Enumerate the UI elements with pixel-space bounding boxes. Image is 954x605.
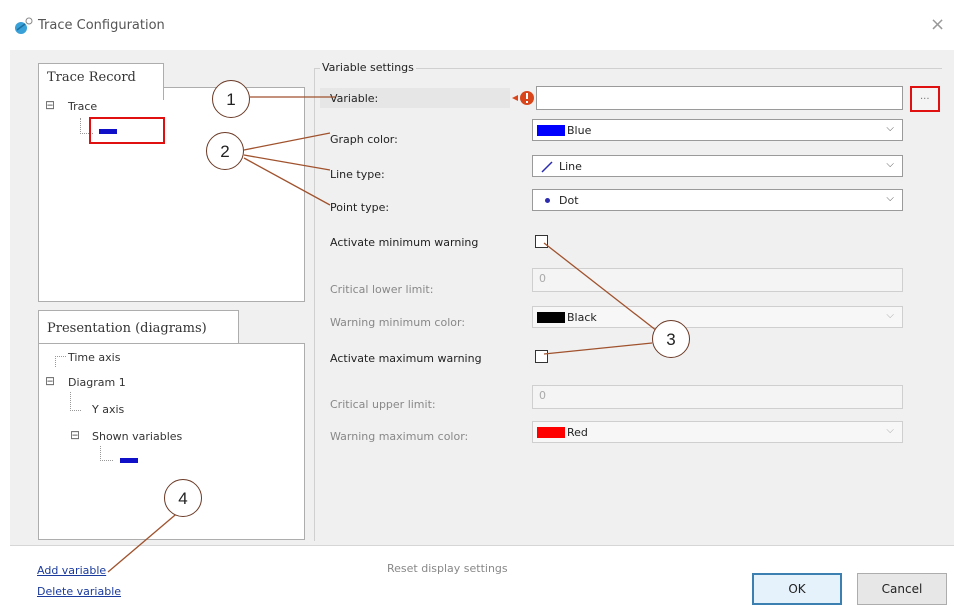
activate-max-warning-label: Activate maximum warning bbox=[330, 352, 482, 365]
title-bar: Trace Configuration × bbox=[0, 0, 954, 50]
variable-input[interactable] bbox=[536, 86, 903, 110]
window-title: Trace Configuration bbox=[38, 18, 165, 33]
warning-max-color-select[interactable]: Red ⌵ bbox=[532, 421, 903, 443]
chevron-down-icon: ⌵ bbox=[886, 123, 894, 134]
line-type-label: Line type: bbox=[330, 168, 385, 181]
callout-4: 4 bbox=[164, 479, 202, 517]
point-type-value: Dot bbox=[559, 194, 579, 207]
chevron-down-icon: ⌵ bbox=[886, 310, 894, 321]
point-type-select[interactable]: Dot ⌵ bbox=[532, 189, 903, 211]
tree-connector bbox=[70, 392, 81, 411]
trace-record-header: Trace Record bbox=[47, 70, 136, 85]
line-icon bbox=[541, 161, 553, 173]
warning-min-color-select[interactable]: Black ⌵ bbox=[532, 306, 903, 328]
shown-variables-expander-icon[interactable]: ⊟ bbox=[70, 428, 80, 442]
point-type-label: Point type: bbox=[330, 201, 390, 214]
warning-min-color-value: Black bbox=[567, 311, 597, 324]
error-icon bbox=[512, 91, 534, 105]
cancel-button[interactable]: Cancel bbox=[857, 573, 947, 605]
presentation-header: Presentation (diagrams) bbox=[47, 321, 207, 336]
graph-color-value: Blue bbox=[567, 124, 592, 137]
chevron-down-icon: ⌵ bbox=[886, 159, 894, 170]
warning-min-color-label: Warning minimum color: bbox=[330, 316, 466, 329]
graph-color-label: Graph color: bbox=[330, 133, 398, 146]
callout-1: 1 bbox=[212, 80, 250, 118]
chevron-down-icon: ⌵ bbox=[886, 425, 894, 436]
graph-color-swatch bbox=[537, 125, 565, 136]
activate-min-warning-checkbox[interactable] bbox=[535, 235, 548, 248]
close-icon[interactable]: × bbox=[930, 14, 945, 35]
activate-max-warning-checkbox[interactable] bbox=[535, 350, 548, 363]
tree-item-y-axis[interactable]: Y axis bbox=[92, 403, 124, 416]
critical-lower-limit-input[interactable]: 0 bbox=[532, 268, 903, 292]
activate-min-warning-label: Activate minimum warning bbox=[330, 236, 479, 249]
chevron-down-icon: ⌵ bbox=[886, 193, 894, 204]
tree-item-time-axis[interactable]: Time axis bbox=[68, 351, 120, 364]
browse-variable-button[interactable]: ... bbox=[910, 86, 940, 112]
tree-connector bbox=[100, 446, 113, 461]
warning-min-color-swatch bbox=[537, 312, 565, 323]
critical-lower-limit-label: Critical lower limit: bbox=[330, 283, 434, 296]
line-type-value: Line bbox=[559, 160, 582, 173]
critical-upper-limit-input[interactable]: 0 bbox=[532, 385, 903, 409]
presentation-tab[interactable]: Presentation (diagrams) bbox=[38, 310, 239, 343]
tree-item-diagram[interactable]: Diagram 1 bbox=[68, 376, 126, 389]
tree-connector bbox=[55, 356, 66, 367]
ok-button[interactable]: OK bbox=[752, 573, 842, 605]
trace-item-selected[interactable] bbox=[89, 117, 165, 144]
trace-variable-color-swatch bbox=[99, 129, 117, 134]
diagram-expander-icon[interactable]: ⊟ bbox=[45, 374, 55, 388]
reset-display-settings-button[interactable]: Reset display settings bbox=[387, 562, 508, 575]
shown-variable-color-swatch[interactable] bbox=[120, 458, 138, 463]
warning-max-color-swatch bbox=[537, 427, 565, 438]
warning-max-color-label: Warning maximum color: bbox=[330, 430, 469, 443]
variable-label: Variable: bbox=[320, 88, 510, 108]
trace-tree-root[interactable]: Trace bbox=[68, 100, 97, 113]
critical-upper-limit-label: Critical upper limit: bbox=[330, 398, 436, 411]
trace-expander-icon[interactable]: ⊟ bbox=[45, 98, 55, 112]
tree-item-shown-variables[interactable]: Shown variables bbox=[92, 430, 182, 443]
delete-variable-link[interactable]: Delete variable bbox=[37, 585, 121, 598]
warning-max-color-value: Red bbox=[567, 426, 588, 439]
add-variable-link[interactable]: Add variable bbox=[37, 564, 106, 577]
footer-divider bbox=[10, 545, 954, 546]
callout-2: 2 bbox=[206, 132, 244, 170]
graph-color-select[interactable]: Blue ⌵ bbox=[532, 119, 903, 141]
trace-record-tab[interactable]: Trace Record bbox=[38, 63, 164, 100]
dot-icon bbox=[545, 198, 550, 203]
line-type-select[interactable]: Line ⌵ bbox=[532, 155, 903, 177]
browse-button-label: ... bbox=[920, 91, 930, 102]
variable-settings-group-label: Variable settings bbox=[320, 61, 416, 74]
trace-config-icon bbox=[15, 17, 33, 34]
trace-record-panel bbox=[38, 87, 305, 302]
callout-3: 3 bbox=[652, 320, 690, 358]
